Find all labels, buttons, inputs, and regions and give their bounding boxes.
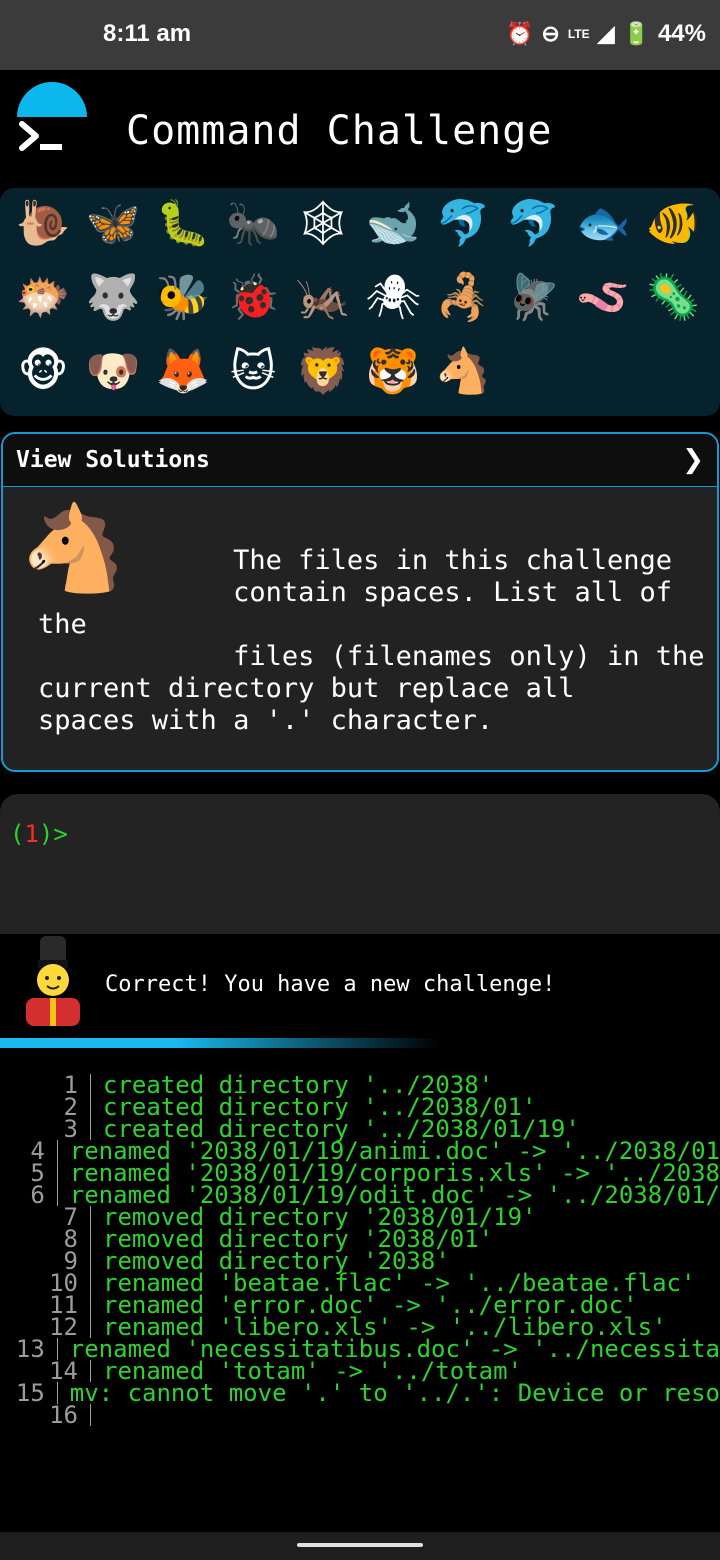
dnd-icon: ⊖: [541, 21, 560, 46]
animal-icon[interactable]: 🐞: [218, 262, 288, 332]
animal-icon[interactable]: 🐠: [638, 188, 708, 258]
output-line: 16: [0, 1403, 720, 1427]
animal-icon[interactable]: 🕸: [288, 188, 358, 258]
challenge-card: View Solutions ❯ 🐴 The files in this cha…: [1, 432, 719, 772]
animal-icon[interactable]: 🐌: [8, 188, 78, 258]
animal-row-1: 🐌 🦋 🐛 🐜 🕸 🐋 🐬 🐬 🐟 🐠: [8, 188, 708, 258]
animal-progress-grid: 🐌 🦋 🐛 🐜 🕸 🐋 🐬 🐬 🐟 🐠 🐡 🐺 🐝 🐞 🦗 🕷 🦂 🪰 🪱 🦠 …: [0, 188, 720, 416]
animal-icon[interactable]: 🐝: [148, 262, 218, 332]
status-icons: ⏰ ⊖ LTE ◢ 🔋 44%: [506, 20, 706, 48]
animal-icon[interactable]: 🐺: [78, 262, 148, 332]
terminal-prompt: (1)>: [10, 820, 68, 848]
output-text: [91, 1404, 103, 1426]
command-output: 1 created directory '../2038' 2 created dir…: [0, 1074, 720, 1434]
feedback-text: Correct! You have a new challenge!: [105, 972, 556, 997]
command-input[interactable]: (1)>: [0, 794, 720, 934]
home-handle[interactable]: [297, 1543, 423, 1547]
output-line: 15 mv: cannot move '.' to '../.': Device …: [0, 1379, 720, 1407]
line-number: 5: [0, 1161, 58, 1185]
line-number: 6: [0, 1183, 58, 1207]
animal-icon[interactable]: 🕷: [358, 262, 428, 332]
battery-percent: 44%: [657, 20, 706, 47]
animal-icon[interactable]: 🐟: [568, 188, 638, 258]
nav-bar: [0, 1532, 720, 1560]
animal-icon[interactable]: 🦋: [78, 188, 148, 258]
app-header: Command Challenge: [0, 70, 720, 188]
status-time: 8:11 am: [103, 20, 192, 47]
alarm-icon: ⏰: [506, 21, 534, 46]
animal-icon[interactable]: 🪱: [568, 262, 638, 332]
animal-row-3: 🐵 🐶 🦊 🐱 🦁 🐯 🐴: [8, 336, 498, 406]
animal-icon[interactable]: 🦗: [288, 262, 358, 332]
chevron-right-icon: ❯: [682, 445, 704, 475]
animal-icon[interactable]: 🐱: [218, 336, 288, 406]
animal-icon[interactable]: 🐡: [8, 262, 78, 332]
animal-icon[interactable]: 🐵: [8, 336, 78, 406]
output-text: mv: cannot move '.' to '../.': Device or…: [69, 1379, 720, 1407]
challenge-body: 🐴 The files in this challenge contain sp…: [3, 487, 717, 770]
feedback-message: Correct! You have a new challenge!: [0, 934, 720, 1034]
view-solutions-label: View Solutions: [16, 447, 210, 473]
animal-icon[interactable]: 🐋: [358, 188, 428, 258]
animal-icon[interactable]: 🦁: [288, 336, 358, 406]
terminal-prompt-icon: [19, 121, 62, 151]
animal-icon[interactable]: 🦠: [638, 262, 708, 332]
lte-icon: LTE: [567, 27, 590, 41]
view-solutions-toggle[interactable]: View Solutions ❯: [3, 434, 717, 487]
animal-icon[interactable]: 🦂: [428, 262, 498, 332]
animal-icon[interactable]: 🐯: [358, 336, 428, 406]
animal-icon[interactable]: 🪰: [498, 262, 568, 332]
status-bar: 8:11 am ⏰ ⊖ LTE ◢ 🔋 44%: [0, 0, 720, 70]
guard-icon: [26, 936, 80, 1026]
line-number: 4: [0, 1139, 58, 1163]
animal-icon[interactable]: 🐛: [148, 188, 218, 258]
logo-dome-icon: [17, 82, 87, 117]
animal-icon[interactable]: 🐶: [78, 336, 148, 406]
line-number: 16: [0, 1403, 91, 1427]
challenge-description: The files in this challenge contain spac…: [38, 545, 705, 736]
animal-icon[interactable]: 🐴: [428, 336, 498, 406]
animal-icon[interactable]: 🐬: [498, 188, 568, 258]
signal-icon: ◢: [597, 21, 615, 46]
gradient-divider: [0, 1038, 440, 1048]
animal-row-2: 🐡 🐺 🐝 🐞 🦗 🕷 🦂 🪰 🪱 🦠: [8, 262, 708, 332]
animal-icon[interactable]: 🐜: [218, 188, 288, 258]
animal-icon[interactable]: 🦊: [148, 336, 218, 406]
page-title: Command Challenge: [126, 108, 553, 154]
animal-icon[interactable]: 🐬: [428, 188, 498, 258]
prompt-number: 1: [24, 820, 39, 848]
battery-icon: 🔋: [622, 21, 650, 46]
